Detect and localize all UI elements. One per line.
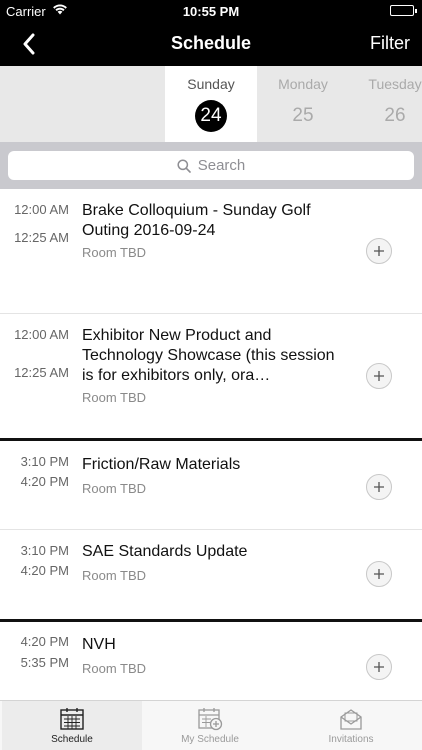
day-name: Monday <box>278 76 328 92</box>
day-tab-monday[interactable]: Monday 25 <box>257 66 349 142</box>
tab-my-schedule[interactable]: My Schedule <box>140 701 280 750</box>
session-start-time: 4:20 PM <box>20 634 69 649</box>
session-title: Friction/Raw Materials <box>82 456 241 473</box>
tab-schedule[interactable]: Schedule <box>2 701 142 750</box>
plus-icon <box>374 569 384 579</box>
session-list: 12:00 AM 12:25 AM Brake Colloquium - Sun… <box>0 189 422 700</box>
session-room: Room TBD <box>82 661 147 676</box>
tab-label: Schedule <box>51 734 93 745</box>
session-start-time: 3:10 PM <box>20 454 69 469</box>
add-to-schedule-button[interactable] <box>366 474 392 500</box>
tab-invitations[interactable]: Invitations <box>281 701 421 750</box>
day-name: Tuesday <box>368 76 422 92</box>
tab-label: My Schedule <box>181 734 239 745</box>
day-number: 26 <box>384 105 406 126</box>
battery-icon <box>390 5 417 16</box>
plus-icon <box>374 482 384 492</box>
day-number: 25 <box>292 105 314 126</box>
add-to-schedule-button[interactable] <box>366 363 392 389</box>
session-room: Room TBD <box>82 568 147 583</box>
day-tab-sunday[interactable]: Sunday 24 <box>165 66 257 142</box>
add-to-schedule-button[interactable] <box>366 238 392 264</box>
session-room: Room TBD <box>82 390 147 405</box>
session-room: Room TBD <box>82 481 147 496</box>
day-tab-tuesday[interactable]: Tuesday 26 <box>349 66 422 142</box>
envelope-icon <box>340 709 362 730</box>
page-title: Schedule <box>170 33 252 53</box>
search-input[interactable]: Search <box>8 151 414 180</box>
session-row[interactable]: 12:00 AM 12:25 AM Brake Colloquium - Sun… <box>0 189 422 313</box>
session-row[interactable]: 12:00 AM 12:25 AM Exhibitor New Product … <box>0 314 422 438</box>
day-selector: Sunday 24 Monday 25 Tuesday 26 <box>0 66 422 142</box>
plus-icon <box>374 371 384 381</box>
session-end-time: 12:25 AM <box>14 365 69 380</box>
add-to-schedule-button[interactable] <box>366 561 392 587</box>
search-placeholder: Search <box>197 157 246 174</box>
session-end-time: 5:35 PM <box>20 655 69 670</box>
tab-bar: Schedule My Schedule Invitations <box>0 700 422 750</box>
session-title: SAE Standards Update <box>82 543 248 560</box>
session-title: Brake Colloquium - Sunday Golf Outing 20… <box>82 202 311 239</box>
session-start-time: 12:00 AM <box>14 202 69 217</box>
session-end-time: 12:25 AM <box>14 230 69 245</box>
day-name: Sunday <box>187 76 235 92</box>
calendar-icon <box>60 708 84 730</box>
session-room: Room TBD <box>82 245 147 260</box>
session-title: NVH <box>82 636 116 653</box>
add-to-schedule-button[interactable] <box>366 654 392 680</box>
status-bar: Carrier 10:55 PM <box>0 0 422 22</box>
search-icon <box>177 158 191 173</box>
search-bar-container: Search <box>0 142 422 189</box>
session-end-time: 4:20 PM <box>20 563 69 578</box>
navigation-bar: Schedule Filter <box>0 22 422 66</box>
session-end-time: 4:20 PM <box>20 474 69 489</box>
calendar-add-icon <box>198 708 223 731</box>
session-title: Exhibitor New Product and Technology Sho… <box>82 327 335 384</box>
session-row[interactable]: 4:20 PM 5:35 PM NVH Room TBD <box>0 622 422 700</box>
session-row[interactable]: 3:10 PM 4:20 PM SAE Standards Update Roo… <box>0 530 422 619</box>
plus-icon <box>374 662 384 672</box>
plus-icon <box>374 246 384 256</box>
session-start-time: 12:00 AM <box>14 327 69 342</box>
filter-button[interactable]: Filter <box>370 33 410 54</box>
tab-label: Invitations <box>328 734 374 745</box>
day-number: 24 <box>195 100 227 132</box>
session-start-time: 3:10 PM <box>20 543 69 558</box>
status-time: 10:55 PM <box>182 4 240 19</box>
session-row[interactable]: 3:10 PM 4:20 PM Friction/Raw Materials R… <box>0 441 422 529</box>
